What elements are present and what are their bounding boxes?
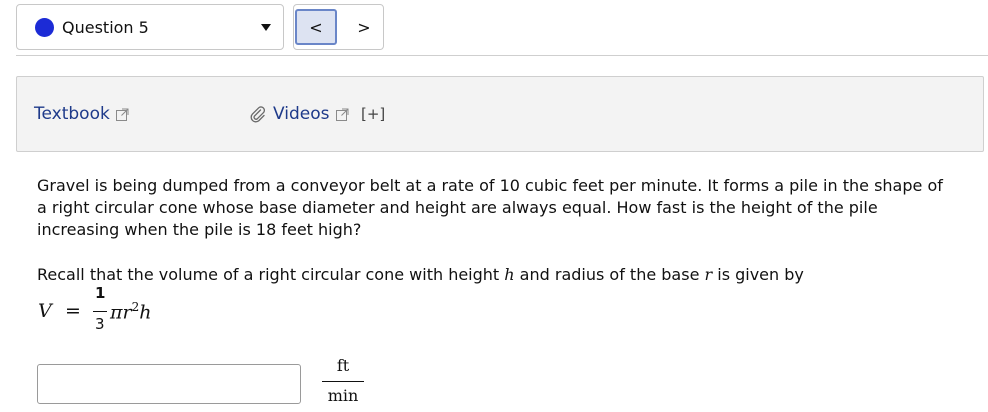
fraction-bar — [93, 311, 107, 313]
formula-equals: = — [65, 300, 81, 322]
question-nav: < > — [293, 4, 384, 50]
answer-input[interactable] — [37, 364, 301, 404]
question-label: Question 5 — [62, 17, 149, 37]
textbook-label: Textbook — [34, 104, 110, 124]
formula-pi-r: πr — [110, 301, 132, 324]
unit-denominator: min — [327, 386, 359, 405]
recall-var-r: r — [704, 265, 713, 284]
expand-resources-button[interactable]: [+] — [361, 105, 385, 123]
help-resources-panel: Textbook Videos [+] — [16, 76, 984, 152]
recall-statement: Recall that the volume of a right circul… — [37, 264, 804, 286]
dropdown-caret-icon — [261, 23, 271, 31]
unit-fraction-bar — [322, 381, 364, 383]
videos-label: Videos — [273, 104, 330, 124]
external-link-icon — [115, 108, 129, 121]
formula-rhs: πr2h — [110, 300, 151, 323]
formula-lhs: V — [38, 300, 52, 322]
next-question-button[interactable]: > — [344, 9, 384, 45]
recall-prefix: Recall that the volume of a right circul… — [37, 265, 505, 284]
fraction-numerator: 1 — [95, 284, 106, 302]
divider — [16, 55, 988, 56]
recall-suffix: is given by — [712, 265, 804, 284]
paperclip-icon — [249, 105, 267, 123]
videos-link[interactable]: Videos — [249, 104, 349, 124]
fraction-denominator: 3 — [95, 315, 105, 333]
textbook-link[interactable]: Textbook — [34, 104, 129, 124]
formula-h: h — [139, 301, 152, 324]
external-link-icon — [335, 108, 349, 121]
question-status-dot — [35, 17, 54, 37]
problem-statement: Gravel is being dumped from a conveyor b… — [37, 176, 943, 239]
unit-numerator: ft — [336, 356, 350, 375]
previous-question-button[interactable]: < — [295, 9, 337, 45]
recall-var-h: h — [504, 265, 515, 284]
recall-mid: and radius of the base — [514, 265, 705, 284]
question-selector[interactable]: Question 5 — [16, 4, 284, 50]
